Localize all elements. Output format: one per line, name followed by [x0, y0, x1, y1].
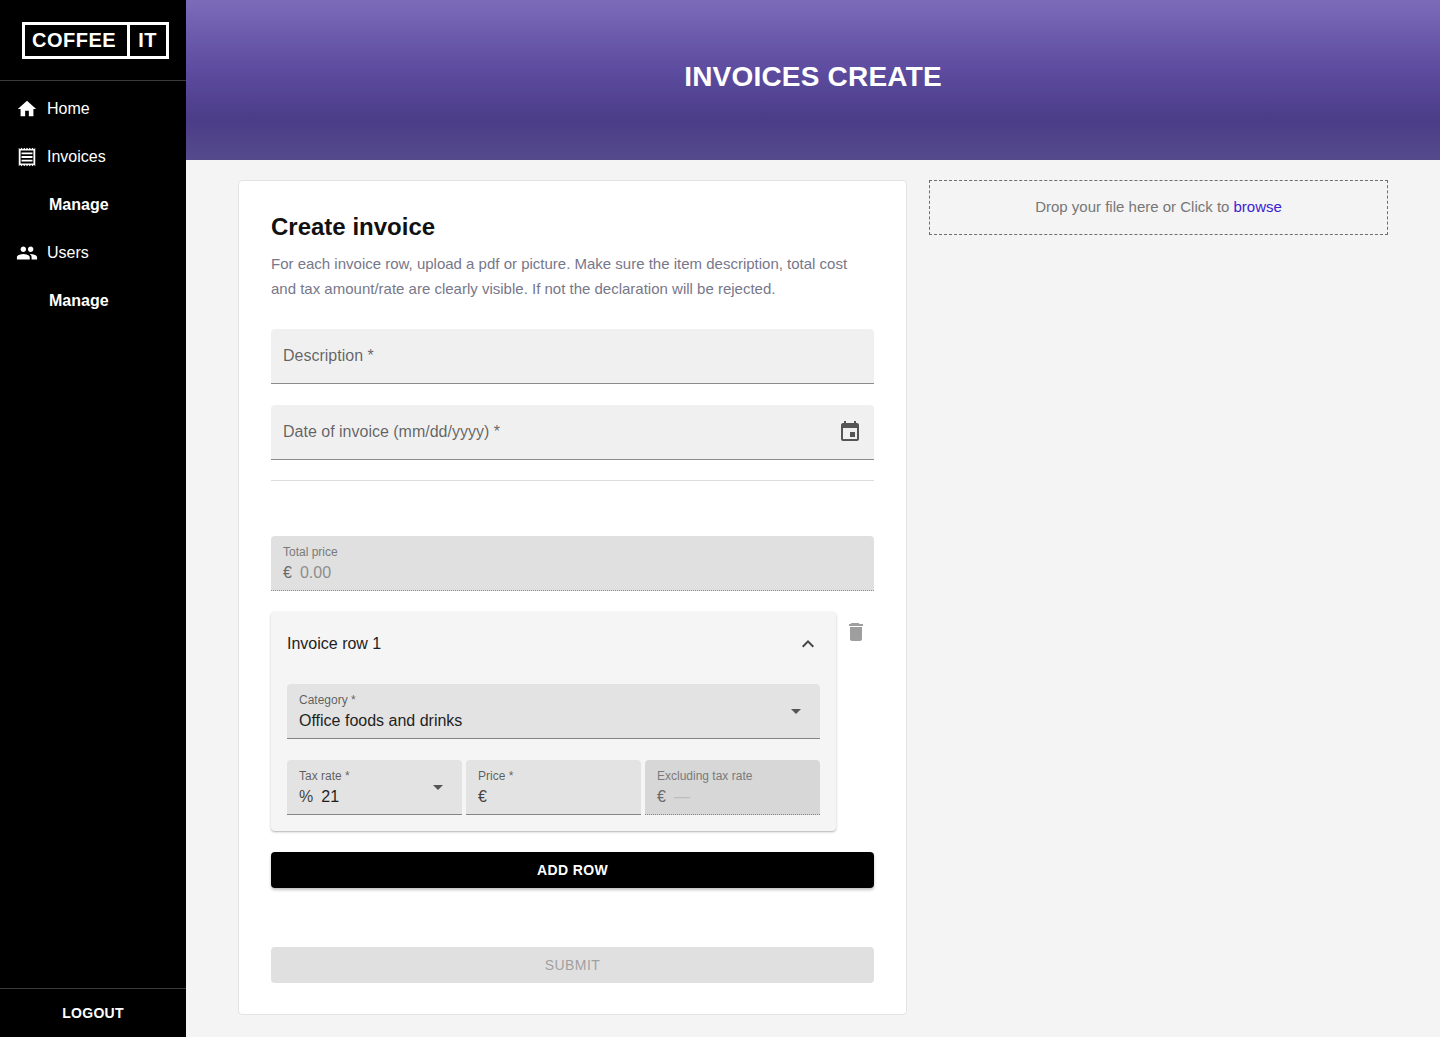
field-adornment	[838, 405, 862, 459]
sidebar-item[interactable]: Manage	[0, 181, 186, 229]
field-label: Price *	[478, 768, 629, 784]
field-prefix: €	[478, 787, 487, 807]
chevron-up-icon	[796, 632, 820, 656]
invoice-row-header[interactable]: Invoice row 1	[271, 612, 836, 676]
form-intro: For each invoice row, upload a pdf or pi…	[271, 251, 874, 301]
price-field[interactable]: Price * €	[466, 760, 641, 815]
logo-left-text: COFFEE	[25, 25, 123, 56]
calendar-icon	[838, 420, 862, 444]
divider	[271, 480, 874, 481]
delete-row-button[interactable]	[836, 612, 876, 644]
sidebar-item-label: Manage	[49, 289, 109, 313]
file-dropzone[interactable]: Drop your file here or Click tobrowse	[929, 180, 1388, 235]
description-field[interactable]: Description *	[271, 329, 874, 384]
tax-rate-select[interactable]: Tax rate *% 21	[287, 760, 462, 815]
field-content: Price * €	[478, 760, 629, 814]
sidebar-item[interactable]: Users	[0, 229, 186, 277]
field-content: Date of invoice (mm/dd/yyyy) *	[283, 405, 838, 459]
field-content: Description *	[283, 329, 862, 383]
field-value: 0.00	[300, 563, 331, 583]
field-content: Category * Office foods and drinks	[299, 684, 784, 738]
sidebar-item[interactable]: Home	[0, 85, 186, 133]
sidebar-nav: Home Invoices Manage Users Manage	[0, 81, 186, 325]
invoice-row-panel: Invoice row 1 Category * Office foods and …	[271, 612, 836, 831]
field-label: Excluding tax rate	[657, 768, 808, 784]
add-row-button[interactable]: ADD ROW	[271, 852, 874, 888]
form-title: Create invoice	[271, 212, 874, 241]
field-label: Category *	[299, 692, 784, 708]
amount-fields: Tax rate *% 21 Price * € Excluding tax rate €…	[287, 760, 820, 815]
field-label: Date of invoice (mm/dd/yyyy) *	[283, 422, 838, 442]
field-value: Office foods and drinks	[299, 711, 462, 731]
field-value-line: €0.00	[283, 563, 862, 583]
main-area: INVOICES CREATE Create invoice For each in…	[186, 0, 1440, 1037]
add-row-wrap: ADD ROW	[271, 852, 874, 888]
field-label: Total price	[283, 544, 862, 560]
field-adornment	[426, 760, 450, 814]
sidebar-item[interactable]: Manage	[0, 277, 186, 325]
field-adornment	[784, 684, 808, 738]
sidebar-item-label: Users	[47, 241, 89, 265]
field-value-line: % 21	[299, 787, 426, 807]
field-label: Description *	[283, 346, 862, 366]
people-icon	[16, 242, 38, 264]
field-prefix: €	[657, 787, 666, 807]
field-value-line: €—	[657, 787, 808, 807]
invoice-form: Create invoice For each invoice row, uplo…	[238, 180, 907, 1015]
sidebar: COFFEEIT Home Invoices Manage Users Manage LOG…	[0, 0, 186, 1037]
trash-icon	[844, 620, 868, 644]
browse-link[interactable]: browse	[1233, 196, 1281, 219]
field-prefix: €	[283, 563, 292, 583]
total-price-field: Total price €0.00	[271, 536, 874, 591]
dropdown-arrow-icon	[426, 775, 450, 799]
dropdown-arrow-icon	[784, 699, 808, 723]
field-value: 21	[321, 787, 339, 807]
sidebar-item-label: Invoices	[47, 145, 106, 169]
field-label: Tax rate *	[299, 768, 426, 784]
logout-button[interactable]: LOGOUT	[0, 988, 186, 1037]
field-value-line: Office foods and drinks	[299, 711, 784, 731]
field-content: Tax rate *% 21	[299, 760, 426, 814]
field-content: Total price €0.00	[283, 536, 862, 590]
invoice-row-title: Invoice row 1	[287, 632, 381, 656]
receipt-icon	[16, 146, 38, 168]
excluding-tax-field: Excluding tax rate€—	[645, 760, 820, 815]
logo[interactable]: COFFEEIT	[22, 22, 169, 59]
category-select[interactable]: Category * Office foods and drinks	[287, 684, 820, 739]
field-prefix: %	[299, 787, 313, 807]
logo-area: COFFEEIT	[0, 0, 186, 81]
invoice-row: Invoice row 1 Category * Office foods and …	[271, 612, 874, 831]
invoice-row-content: Category * Office foods and drinks Tax rat…	[271, 676, 836, 831]
sidebar-item[interactable]: Invoices	[0, 133, 186, 181]
date-field[interactable]: Date of invoice (mm/dd/yyyy) *	[271, 405, 874, 460]
content-area: Create invoice For each invoice row, uplo…	[186, 160, 1440, 1035]
submit-button: SUBMIT	[271, 947, 874, 983]
field-value-line: €	[478, 787, 629, 807]
submit-wrap: SUBMIT	[271, 947, 874, 983]
sidebar-item-label: Home	[47, 97, 90, 121]
home-icon	[16, 98, 38, 120]
sidebar-item-label: Manage	[49, 193, 109, 217]
header-banner: INVOICES CREATE	[186, 0, 1440, 160]
page-title: INVOICES CREATE	[684, 60, 942, 94]
field-value: —	[674, 787, 690, 807]
field-content: Excluding tax rate€—	[657, 760, 808, 814]
dropzone-text: Drop your file here or Click to	[1035, 196, 1229, 219]
logo-right-text: IT	[127, 25, 166, 56]
